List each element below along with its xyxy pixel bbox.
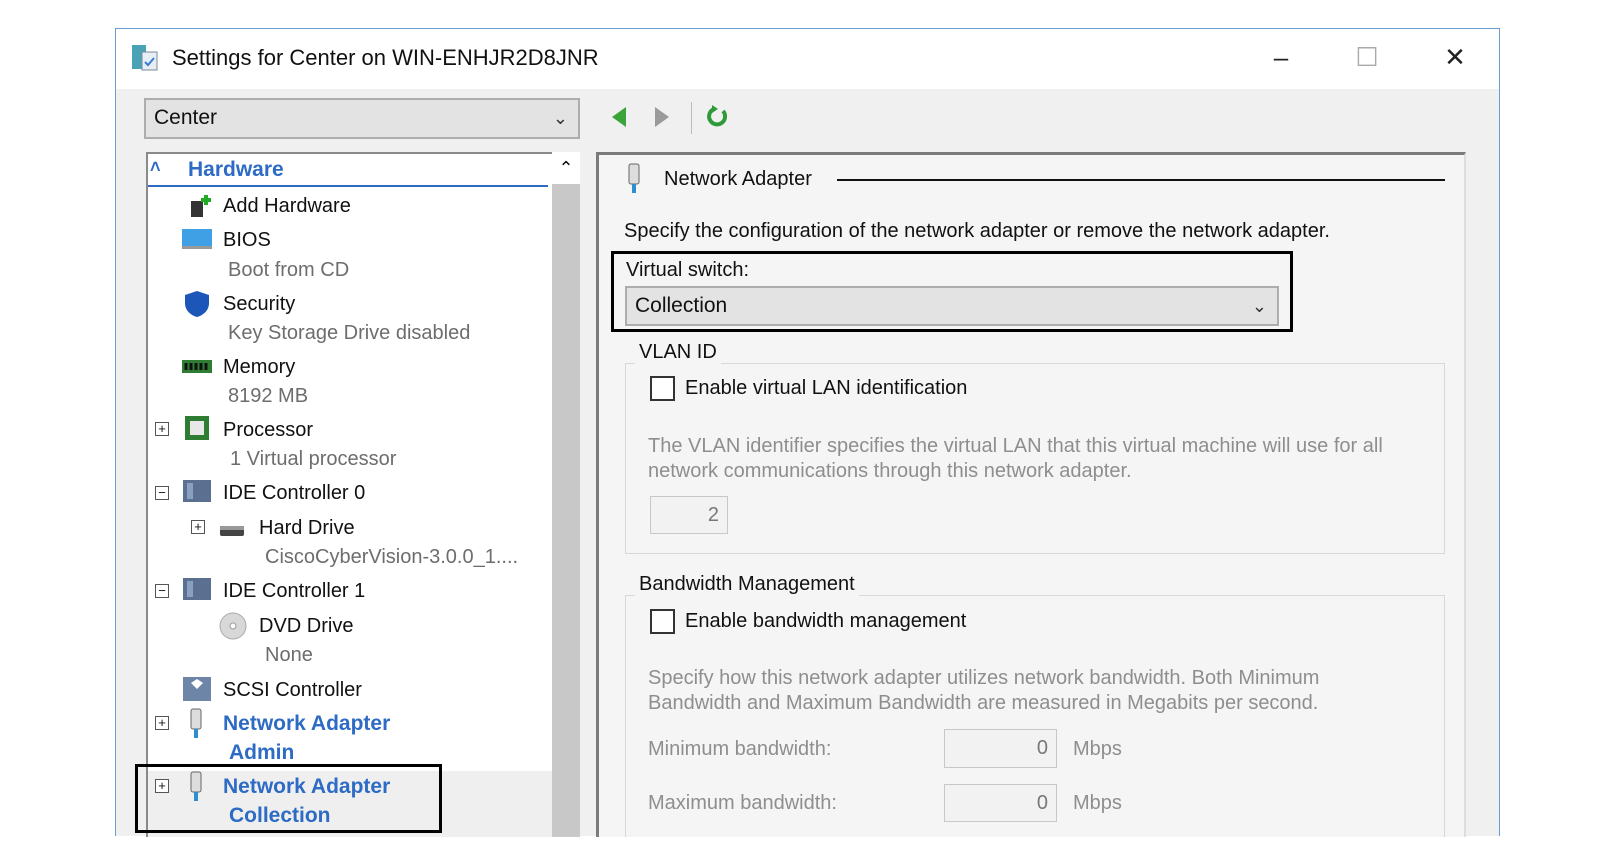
minimize-button[interactable]: – — [1251, 39, 1311, 75]
minimum-bandwidth-input[interactable]: 0 — [944, 729, 1057, 768]
window-title: Settings for Center on WIN-ENHJR2D8JNR — [172, 45, 599, 70]
bandwidth-checkbox-label[interactable]: Enable bandwidth management — [685, 610, 966, 633]
network-adapter-icon — [190, 708, 202, 738]
vlan-group-title: VLAN ID — [635, 341, 721, 364]
vlan-checkbox[interactable] — [650, 376, 675, 401]
tree-item-memory[interactable]: Memory — [223, 356, 295, 379]
settings-app-icon — [132, 45, 158, 71]
vlan-checkbox-label[interactable]: Enable virtual LAN identification — [685, 377, 967, 400]
minimum-bandwidth-label: Minimum bandwidth: — [648, 738, 832, 760]
chevron-down-icon: ⌄ — [552, 108, 568, 128]
tree-item-ide-controller-0[interactable]: IDE Controller 0 — [223, 482, 365, 505]
maximum-bandwidth-unit: Mbps — [1073, 792, 1122, 814]
toolbar-separator — [691, 102, 692, 134]
network-adapter-icon — [628, 163, 640, 193]
ide-controller-icon — [183, 480, 211, 502]
title-bar: Settings for Center on WIN-ENHJR2D8JNR –… — [116, 29, 1499, 89]
security-detail: Key Storage Drive disabled — [228, 322, 471, 344]
ide-controller-icon — [183, 578, 211, 600]
highlight-box-selected-adapter — [135, 764, 442, 833]
tree-item-hard-drive[interactable]: Hard Drive — [259, 517, 355, 540]
title-rule — [837, 179, 1445, 181]
bandwidth-checkbox[interactable] — [650, 609, 675, 634]
tree-item-security[interactable]: Security — [223, 293, 295, 316]
panel-title: Network Adapter — [664, 168, 812, 190]
bandwidth-group-title: Bandwidth Management — [635, 573, 859, 596]
bios-detail: Boot from CD — [228, 259, 350, 281]
forward-arrow-icon[interactable] — [651, 105, 673, 129]
security-shield-icon — [185, 291, 209, 317]
processor-icon — [185, 416, 209, 440]
tree-item-add-hardware[interactable]: Add Hardware — [223, 195, 351, 218]
hard-drive-detail: CiscoCyberVision-3.0.0_1.... — [265, 546, 519, 568]
maximum-bandwidth-input[interactable]: 0 — [944, 784, 1057, 822]
tree-section-hardware[interactable]: Hardware — [188, 158, 284, 182]
hard-drive-icon — [220, 526, 244, 536]
virtual-switch-label: Virtual switch: — [626, 259, 750, 281]
bandwidth-help-line2: Bandwidth and Maximum Bandwidth are meas… — [648, 692, 1319, 714]
minimum-bandwidth-unit: Mbps — [1073, 738, 1122, 760]
vlan-help-line1: The VLAN identifier specifies the virtua… — [648, 435, 1383, 457]
expand-hard-drive-button[interactable]: + — [191, 520, 205, 534]
collapse-ide1-button[interactable]: − — [155, 584, 169, 598]
tree-item-ide-controller-1[interactable]: IDE Controller 1 — [223, 580, 365, 603]
expand-processor-button[interactable]: + — [155, 422, 169, 436]
dvd-drive-icon — [219, 612, 247, 640]
dvd-drive-detail: None — [265, 644, 313, 666]
section-underline — [148, 185, 548, 187]
vm-selector-dropdown[interactable]: Center ⌄ — [144, 98, 580, 139]
back-arrow-icon[interactable] — [608, 105, 630, 129]
bandwidth-help-line1: Specify how this network adapter utilize… — [648, 667, 1320, 689]
bios-icon — [182, 229, 212, 249]
tree-item-dvd-drive[interactable]: DVD Drive — [259, 615, 353, 638]
vlan-help-line2: network communications through this netw… — [648, 460, 1132, 482]
maximize-button[interactable]: ☐ — [1337, 39, 1397, 75]
tree-item-bios[interactable]: BIOS — [223, 229, 271, 252]
vm-selector-value: Center — [154, 106, 218, 129]
panel-description: Specify the configuration of the network… — [624, 220, 1330, 242]
collapse-section-icon[interactable]: ˄ — [150, 157, 161, 178]
memory-icon — [182, 360, 212, 373]
scsi-controller-icon — [183, 677, 211, 701]
virtual-switch-value: Collection — [635, 294, 728, 317]
network-adapter-admin-detail: Admin — [229, 741, 295, 764]
maximum-bandwidth-label: Maximum bandwidth: — [648, 792, 837, 814]
collapse-ide0-button[interactable]: − — [155, 486, 169, 500]
close-button[interactable]: ✕ — [1425, 39, 1485, 75]
tree-scrollbar[interactable] — [552, 152, 580, 842]
chevron-down-icon: ⌄ — [1251, 296, 1267, 316]
processor-detail: 1 Virtual processor — [230, 448, 397, 470]
expand-network-adapter-admin-button[interactable]: + — [155, 716, 169, 730]
tree-item-scsi-controller[interactable]: SCSI Controller — [223, 679, 362, 702]
vlan-id-input[interactable]: 2 — [650, 496, 728, 534]
refresh-icon[interactable] — [704, 104, 730, 130]
virtual-switch-dropdown[interactable]: Collection ⌄ — [625, 286, 1279, 326]
scroll-up-button[interactable]: ⌃ — [552, 152, 580, 184]
tree-item-processor[interactable]: Processor — [223, 419, 313, 442]
add-hardware-icon — [191, 195, 211, 217]
tree-item-network-adapter-admin[interactable]: Network Adapter — [223, 712, 390, 736]
image-bottom-margin — [0, 837, 1609, 860]
memory-detail: 8192 MB — [228, 385, 309, 407]
